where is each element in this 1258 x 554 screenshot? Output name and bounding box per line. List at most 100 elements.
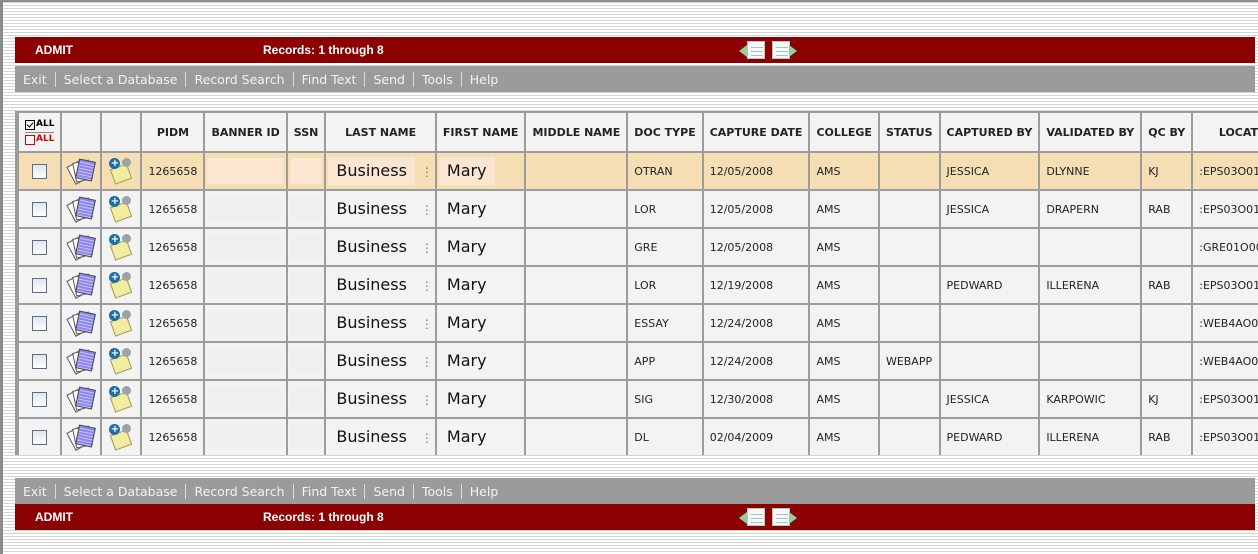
add-note-icon[interactable]: + [108, 423, 134, 451]
row-checkbox[interactable] [32, 163, 48, 179]
column-resize-handle[interactable]: ⋮ [421, 165, 433, 179]
menu-item-find-text[interactable]: Find Text [294, 72, 365, 87]
select-all-toggle[interactable]: ALL [25, 118, 55, 133]
cell-middle-name [524, 227, 629, 267]
add-note-icon[interactable]: + [108, 233, 134, 261]
menu-item-tools[interactable]: Tools [414, 72, 461, 87]
column-header-status[interactable]: STATUS [877, 111, 941, 153]
header-bar-bottom: ADMIT Records: 1 through 8 [15, 504, 1255, 530]
row-checkbox[interactable] [32, 277, 48, 293]
menu-item-send[interactable]: Send [365, 72, 412, 87]
cell-middle-name [524, 417, 629, 455]
column-header-location[interactable]: LOCATION [1191, 111, 1258, 153]
menu-item-help[interactable]: Help [462, 72, 507, 87]
cell-qc-by: RAB [1140, 417, 1194, 455]
table-row[interactable]: +1265658 Business ⋮ Mary DL 02/04/2009 AMS PEDW… [17, 417, 1258, 455]
column-header-first-name[interactable]: FIRST NAME [434, 111, 527, 153]
view-documents-icon[interactable] [66, 423, 97, 451]
results-table: ALL ALL PIDM BANNER ID SSN LAST NAME FIRST N… [17, 111, 1258, 455]
add-note-icon[interactable]: + [108, 347, 134, 375]
cell-first-name: Mary [434, 379, 527, 419]
table-row[interactable]: +1265658 Business ⋮ Mary ESSAY 12/24/2008 AMS:… [17, 303, 1258, 343]
menu-item-select-a-database[interactable]: Select a Database [56, 72, 186, 87]
column-header-ssn[interactable]: SSN [285, 111, 327, 153]
menu-item-select-a-database[interactable]: Select a Database [56, 484, 186, 499]
next-page-icon[interactable] [770, 40, 798, 60]
cell-last-name: Business ⋮ [324, 379, 437, 419]
view-documents-icon[interactable] [66, 271, 97, 299]
column-header-captured-by[interactable]: CAPTURED BY [938, 111, 1041, 153]
records-range: Records: 1 through 8 [263, 43, 384, 57]
column-header-qc-by[interactable]: QC BY [1140, 111, 1194, 153]
column-resize-handle[interactable]: ⋮ [421, 393, 433, 407]
menu-item-record-search[interactable]: Record Search [186, 484, 292, 499]
last-name-value: Business [328, 271, 415, 299]
add-note-icon[interactable]: + [108, 271, 134, 299]
row-checkbox[interactable] [32, 353, 48, 369]
menu-item-find-text[interactable]: Find Text [294, 484, 365, 499]
cell-ssn [285, 151, 327, 191]
row-checkbox[interactable] [32, 239, 48, 255]
view-documents-icon[interactable] [66, 195, 97, 223]
column-header-pidm[interactable]: PIDM [140, 111, 206, 153]
table-row[interactable]: +1265658 Business ⋮ Mary APP 12/24/2008 AMS WEB… [17, 341, 1258, 381]
table-row[interactable]: +1265658 Business ⋮ Mary LOR 12/05/2008 AMS JES… [17, 189, 1258, 229]
row-checkbox[interactable] [32, 315, 48, 331]
menu-item-record-search[interactable]: Record Search [186, 72, 292, 87]
column-resize-handle[interactable]: ⋮ [421, 317, 433, 331]
cell-location: :GRE01O0002123 [1191, 227, 1258, 267]
banner-id-redacted [207, 424, 284, 450]
view-column-header [60, 111, 103, 153]
view-documents-icon[interactable] [66, 233, 97, 261]
add-note-icon[interactable]: + [108, 309, 134, 337]
column-resize-handle[interactable]: ⋮ [421, 431, 433, 445]
row-checkbox[interactable] [32, 201, 48, 217]
menu-item-help[interactable]: Help [462, 484, 507, 499]
column-header-banner-id[interactable]: BANNER ID [203, 111, 288, 153]
table-row[interactable]: +1265658 Business ⋮ Mary LOR 12/19/2008 AMS PED… [17, 265, 1258, 305]
cell-banner-id [203, 227, 288, 267]
column-resize-handle[interactable]: ⋮ [421, 203, 433, 217]
cell-last-name: Business ⋮ [324, 151, 437, 191]
last-name-value: Business [328, 423, 415, 451]
cell-capture-date: 12/05/2008 [701, 189, 811, 229]
prev-page-icon[interactable] [739, 40, 767, 60]
view-documents-icon[interactable] [66, 385, 97, 413]
view-documents-icon[interactable] [66, 157, 97, 185]
cell-college: AMS [808, 227, 880, 267]
table-row[interactable]: +1265658 Business ⋮ Mary GRE 12/05/2008 AMS:GR… [17, 227, 1258, 267]
table-header-row: ALL ALL PIDM BANNER ID SSN LAST NAME FIRST N… [17, 111, 1258, 153]
prev-page-icon[interactable] [739, 507, 767, 527]
column-header-doc-type[interactable]: DOC TYPE [626, 111, 704, 153]
view-documents-icon[interactable] [66, 347, 97, 375]
column-header-college[interactable]: COLLEGE [808, 111, 880, 153]
deselect-all-toggle[interactable]: ALL [25, 133, 54, 146]
add-note-cell: + [100, 189, 143, 229]
cell-location: :EPS03O0183278 [1191, 265, 1258, 305]
menu-item-send[interactable]: Send [365, 484, 412, 499]
menu-item-tools[interactable]: Tools [414, 484, 461, 499]
menu-item-exit[interactable]: Exit [15, 484, 55, 499]
cell-qc-by: KJ [1140, 151, 1194, 191]
add-note-icon[interactable]: + [108, 385, 134, 413]
row-checkbox[interactable] [32, 429, 48, 445]
column-header-validated-by[interactable]: VALIDATED BY [1038, 111, 1143, 153]
view-documents-icon[interactable] [66, 309, 97, 337]
add-note-icon[interactable]: + [108, 157, 134, 185]
column-resize-handle[interactable]: ⋮ [421, 355, 433, 369]
column-resize-handle[interactable]: ⋮ [421, 279, 433, 293]
table-row[interactable]: +1265658 Business ⋮ Mary OTRAN 12/05/2008 AMS J… [17, 151, 1258, 191]
add-note-icon[interactable]: + [108, 195, 134, 223]
column-header-last-name[interactable]: LAST NAME [324, 111, 437, 153]
cell-college: AMS [808, 265, 880, 305]
column-resize-handle[interactable]: ⋮ [421, 241, 433, 255]
menu-item-exit[interactable]: Exit [15, 72, 55, 87]
table-row[interactable]: +1265658 Business ⋮ Mary SIG 12/30/2008 AMS JES… [17, 379, 1258, 419]
column-header-middle-name[interactable]: MIDDLE NAME [524, 111, 629, 153]
first-name-value: Mary [438, 347, 495, 375]
column-header-capture-date[interactable]: CAPTURE DATE [701, 111, 811, 153]
next-page-icon[interactable] [770, 507, 798, 527]
ssn-redacted [289, 272, 323, 298]
row-checkbox[interactable] [32, 391, 48, 407]
cell-first-name: Mary [434, 227, 527, 267]
